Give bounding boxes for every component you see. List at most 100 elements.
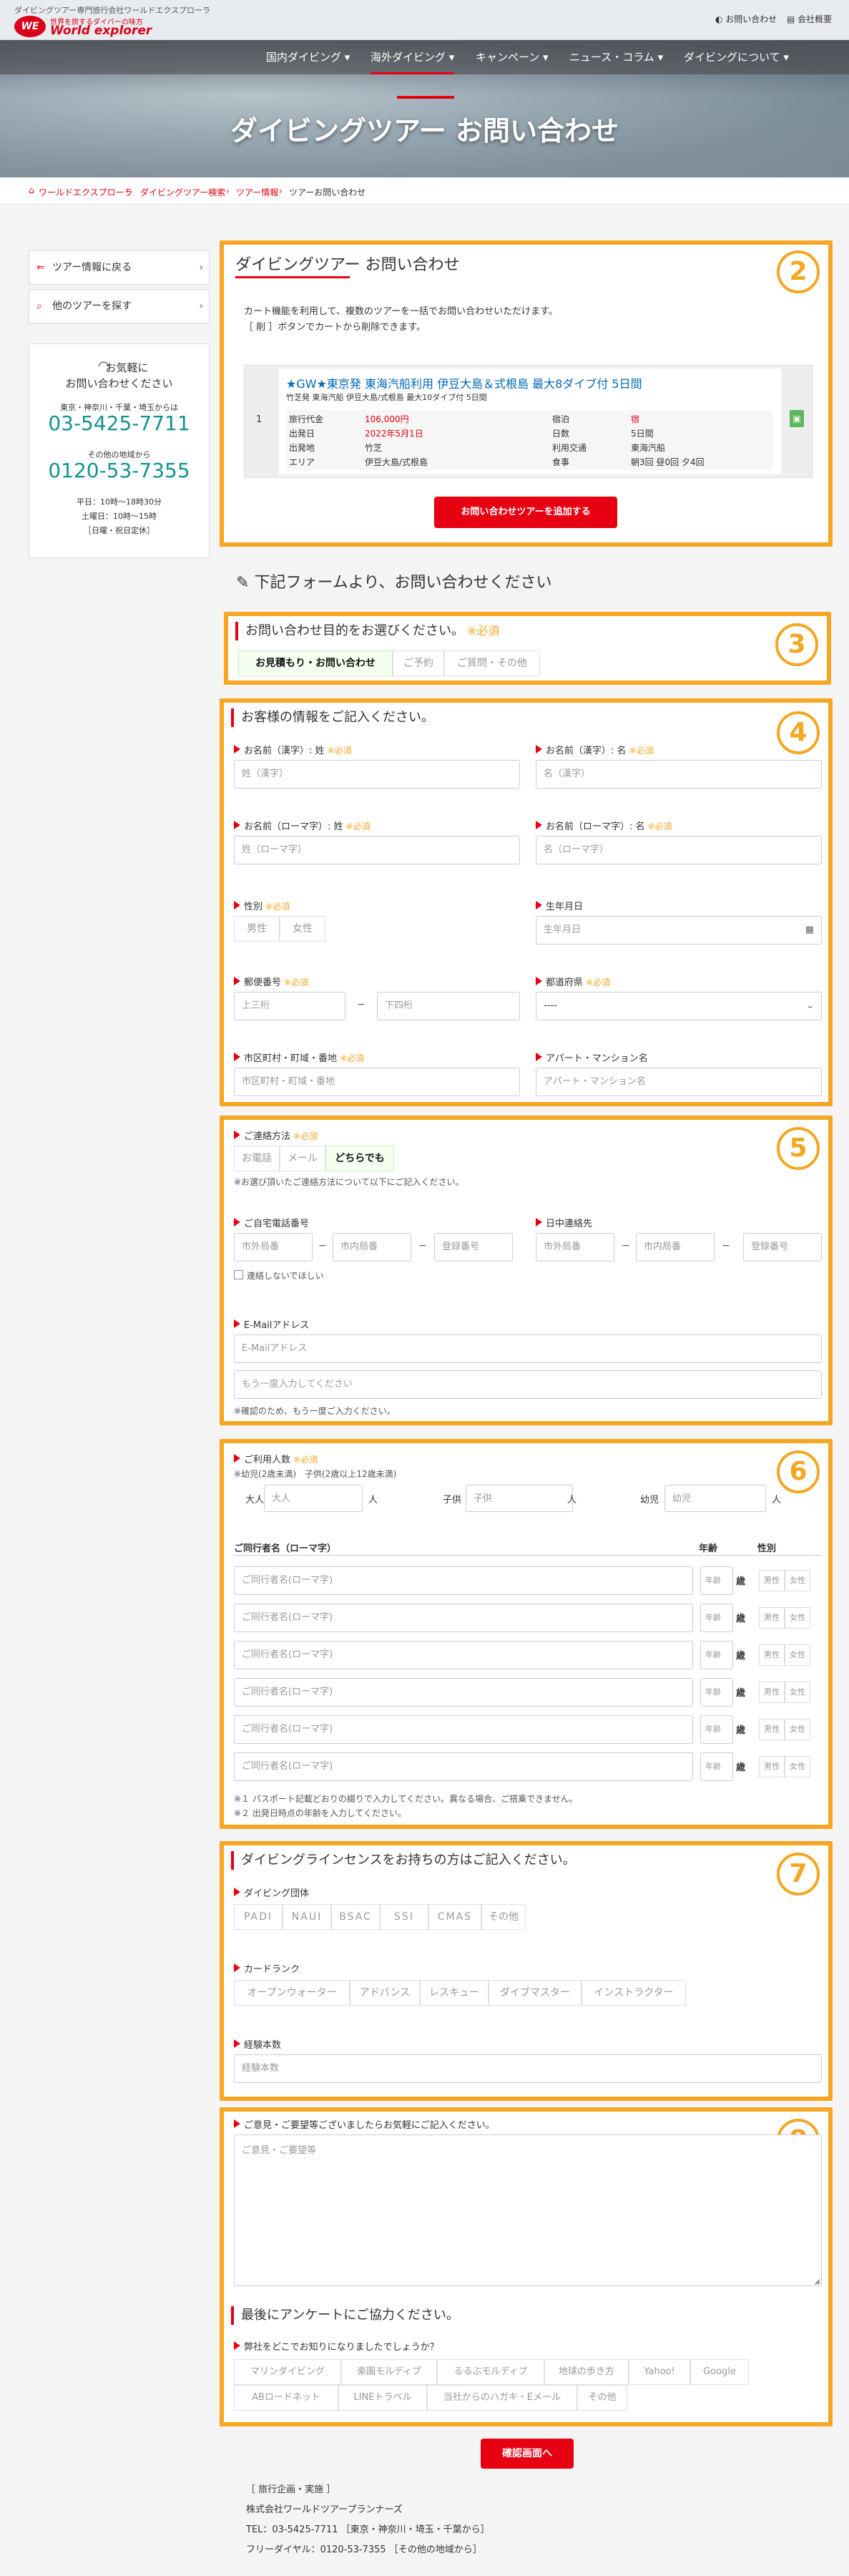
companion-name-input[interactable]: ご同行者名(ローマ字) — [234, 1715, 693, 1744]
crumb-search[interactable]: ダイビングツアー検索 — [140, 186, 225, 198]
companion-female-option[interactable]: 女性 — [785, 1682, 810, 1703]
org-bsac-option[interactable]: BSAC — [331, 1904, 380, 1930]
dives-input[interactable]: 経験本数 — [234, 2054, 822, 2083]
nav-news[interactable]: ニュース・コラム ▾ — [569, 40, 663, 74]
gender-female-option[interactable]: 女性 — [280, 916, 325, 942]
no-contact-checkbox[interactable] — [234, 1270, 243, 1279]
home-tel-number-input[interactable]: 登録番号 — [434, 1233, 513, 1262]
companion-age-input[interactable]: 年齢 — [700, 1566, 733, 1595]
day-tel-area-input[interactable]: 市外局番 — [536, 1233, 614, 1262]
survey-option[interactable]: 楽園モルディブ — [341, 2359, 437, 2385]
survey-option[interactable]: ABロードネット — [234, 2385, 338, 2411]
last-roma-input[interactable]: 姓（ローマ字） — [234, 836, 520, 864]
day-tel-number-input[interactable]: 登録番号 — [743, 1233, 822, 1262]
first-kanji-input[interactable]: 名（漢字） — [536, 760, 822, 789]
rank-rescue-option[interactable]: レスキュー — [420, 1980, 489, 2006]
companion-age-input[interactable]: 年齢 — [700, 1641, 733, 1669]
companion-name-input[interactable]: ご同行者名(ローマ字) — [234, 1678, 693, 1707]
companion-name-input[interactable]: ご同行者名(ローマ字) — [234, 1566, 693, 1595]
purpose-estimate-option[interactable]: お見積もり・お問い合わせ — [238, 650, 393, 676]
day-tel-local-input[interactable]: 市内局番 — [636, 1233, 715, 1262]
child-count-input[interactable]: 子供 — [466, 1485, 573, 1512]
survey-option[interactable]: るるぶモルディブ — [437, 2359, 544, 2385]
purpose-reserve-option[interactable]: ご予約 — [393, 650, 444, 676]
resize-handle-icon[interactable]: ◢ — [814, 2278, 820, 2285]
zip2-input[interactable]: 下四桁 — [377, 992, 520, 1020]
companion-name-input[interactable]: ご同行者名(ローマ字) — [234, 1752, 693, 1781]
companion-male-option[interactable]: 男性 — [759, 1719, 785, 1740]
add-tour-button[interactable]: お問い合わせツアーを追加する — [434, 497, 617, 528]
opinion-textarea[interactable]: ご意見・ご要望等 ◢ — [234, 2135, 822, 2286]
back-to-tour-button[interactable]: ⇐ ツアー情報に戻る › — [29, 250, 210, 285]
purpose-other-option[interactable]: ご質問・その他 — [444, 650, 540, 676]
zip-dash: − — [357, 999, 365, 1010]
companion-male-option[interactable]: 男性 — [759, 1644, 785, 1666]
birth-input[interactable]: 生年月日 ▦ — [536, 916, 822, 945]
gender-male-option[interactable]: 男性 — [234, 916, 280, 942]
org-naui-option[interactable]: NAUI — [283, 1904, 331, 1930]
nav-overseas[interactable]: 海外ダイビング ▾ — [370, 40, 455, 74]
rank-divemaster-option[interactable]: ダイブマスター — [489, 1980, 581, 2006]
companion-male-option[interactable]: 男性 — [759, 1756, 785, 1777]
contact-phone-option[interactable]: お電話 — [234, 1146, 280, 1171]
infant-count-input[interactable]: 幼児 — [664, 1485, 766, 1512]
nav-campaign[interactable]: キャンペーン ▾ — [476, 40, 549, 74]
companion-age-input[interactable]: 年齢 — [700, 1752, 733, 1781]
adult-count-input[interactable]: 大人 — [264, 1485, 363, 1512]
first-roma-input[interactable]: 名（ローマ字） — [536, 836, 822, 864]
tokyo-tel[interactable]: 03-5425-7711 — [29, 411, 209, 435]
companion-male-option[interactable]: 男性 — [759, 1570, 785, 1591]
home-tel-local-input[interactable]: 市内局番 — [333, 1233, 411, 1262]
zip1-input[interactable]: 上三桁 — [234, 992, 345, 1020]
org-ssi-option[interactable]: SSI — [380, 1904, 428, 1930]
contact-link[interactable]: ◐ お問い合わせ — [715, 13, 777, 25]
companion-name-input[interactable]: ご同行者名(ローマ字) — [234, 1641, 693, 1669]
survey-option[interactable]: 当社からのハガキ・Eメール — [427, 2385, 577, 2411]
crumb-tour[interactable]: ツアー情報 — [236, 186, 278, 198]
companion-age-input[interactable]: 年齢 — [700, 1604, 733, 1632]
free-tel[interactable]: 0120-53-7355 — [29, 459, 209, 482]
survey-option[interactable]: その他 — [577, 2385, 627, 2411]
companion-age-input[interactable]: 年齢 — [700, 1678, 733, 1707]
logo-badge-icon: WE — [14, 16, 46, 37]
survey-option[interactable]: Google — [690, 2359, 749, 2385]
home-tel-area-input[interactable]: 市外局番 — [234, 1233, 313, 1262]
company-link[interactable]: ▤ 会社概要 — [787, 13, 832, 25]
rank-advance-option[interactable]: アドバンス — [350, 1980, 420, 2006]
survey-option[interactable]: 地球の歩き方 — [544, 2359, 629, 2385]
email-confirm-input[interactable]: もう一度入力してください — [234, 1370, 822, 1399]
companion-female-option[interactable]: 女性 — [785, 1756, 810, 1777]
pref-value: ---- — [544, 1000, 557, 1011]
confirm-button[interactable]: 確認画面へ — [481, 2439, 574, 2469]
companion-male-option[interactable]: 男性 — [759, 1682, 785, 1703]
companion-female-option[interactable]: 女性 — [785, 1719, 810, 1740]
companion-female-option[interactable]: 女性 — [785, 1644, 810, 1666]
crumb-home[interactable]: ワールドエクスプローラ — [39, 186, 133, 198]
org-other-option[interactable]: その他 — [481, 1904, 526, 1930]
survey-option[interactable]: Yahoo! — [629, 2359, 690, 2385]
apt-input[interactable]: アパート・マンション名 — [536, 1068, 822, 1096]
contact-mail-option[interactable]: メール — [280, 1146, 325, 1171]
contact-either-option[interactable]: どちらでも — [325, 1146, 394, 1171]
org-padi-option[interactable]: PADI — [234, 1904, 283, 1930]
survey-option[interactable]: LINEトラベル — [338, 2385, 427, 2411]
logo[interactable]: WE 世界を旅するダイバーの味方 World explorer — [14, 16, 179, 38]
companion-male-option[interactable]: 男性 — [759, 1607, 785, 1629]
city-input[interactable]: 市区町村・町域・番地 — [234, 1068, 520, 1096]
rank-openwater-option[interactable]: オープンウォーター — [234, 1980, 350, 2006]
companion-female-option[interactable]: 女性 — [785, 1570, 810, 1591]
org-cmas-option[interactable]: CMAS — [428, 1904, 481, 1930]
survey-option[interactable]: マリンダイビング — [234, 2359, 341, 2385]
companion-female-option[interactable]: 女性 — [785, 1607, 810, 1629]
nav-domestic[interactable]: 国内ダイビング ▾ — [266, 40, 350, 74]
delete-button[interactable]: ▣ — [790, 410, 804, 427]
rank-instructor-option[interactable]: インストラクター — [581, 1980, 686, 2006]
pref-select[interactable]: ---- ⌄ — [536, 992, 822, 1020]
find-other-tour-button[interactable]: ⌕ 他のツアーを探す › — [29, 289, 210, 323]
tour-title-link[interactable]: ★GW★東京発 東海汽船利用 伊豆大島＆式根島 最大8ダイブ付 5日間 — [286, 374, 642, 391]
last-kanji-input[interactable]: 姓（漢字） — [234, 760, 520, 789]
companion-age-input[interactable]: 年齢 — [700, 1715, 733, 1744]
email-input[interactable]: E-Mailアドレス — [234, 1335, 822, 1363]
nav-about[interactable]: ダイビングについて ▾ — [684, 40, 789, 74]
companion-name-input[interactable]: ご同行者名(ローマ字) — [234, 1604, 693, 1632]
